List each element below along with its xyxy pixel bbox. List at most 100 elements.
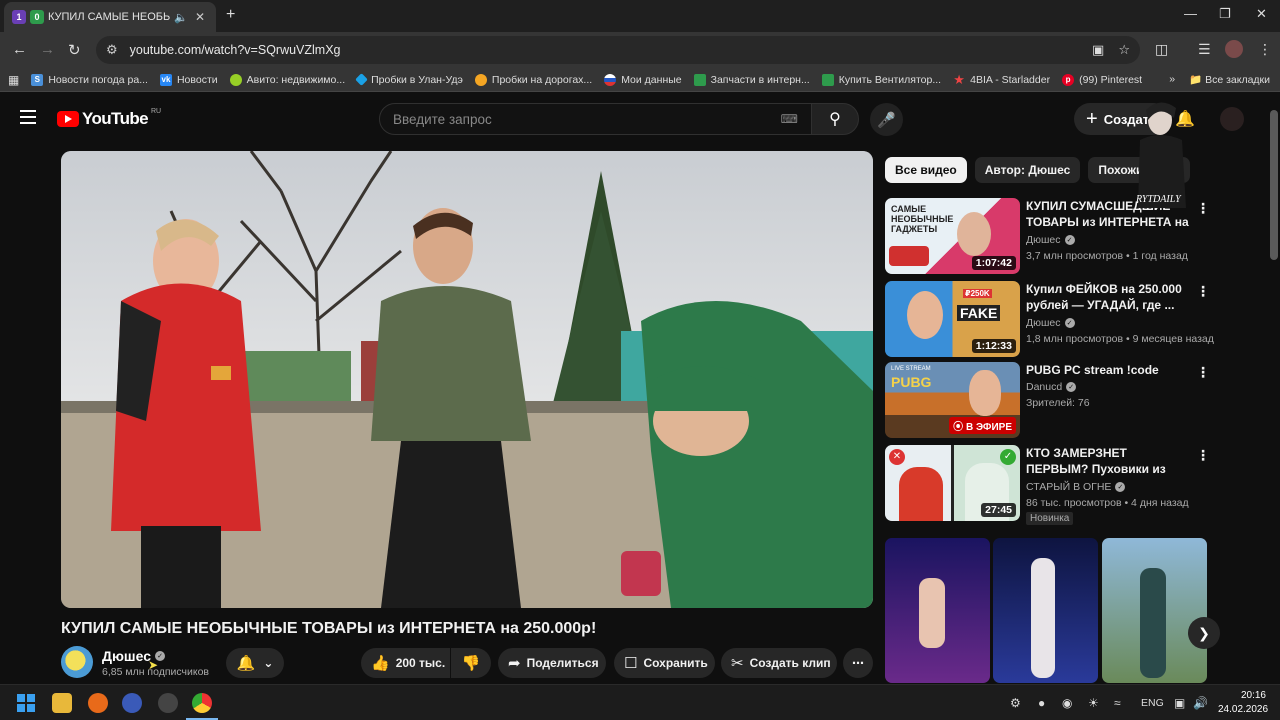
clock-date: 24.02.2026: [1218, 704, 1269, 715]
monitor-icon[interactable]: ▣: [1174, 696, 1185, 710]
channel-avatar[interactable]: [61, 646, 93, 678]
recommendation-channel[interactable]: Дюшес ✓: [1026, 234, 1075, 246]
bookmark-item[interactable]: Мои данные: [604, 73, 682, 86]
chip-all-videos[interactable]: Все видео: [885, 157, 967, 183]
bookmark-item[interactable]: vk Новости: [159, 73, 218, 86]
keyboard-icon[interactable]: ⌨: [781, 112, 798, 126]
bookmark-item[interactable]: Авито: недвижимо...: [229, 73, 345, 86]
shorts-next-button[interactable]: ❯: [1188, 617, 1220, 649]
yandex-browser-icon[interactable]: [88, 693, 108, 713]
media-controls-icon[interactable]: ☰: [1198, 41, 1211, 58]
language-indicator[interactable]: ENG: [1141, 697, 1164, 709]
video-thumbnail[interactable]: LIVE STREAM PUBG ⦿ В ЭФИРЕ: [885, 362, 1020, 438]
shorts-thumbnail[interactable]: [1102, 538, 1207, 683]
recommendation-title[interactable]: КТО ЗАМЕРЗНЕТ ПЕРВЫМ? Пуховики из хлама: [1026, 445, 1191, 477]
like-button[interactable]: 👍 200 тыс.: [361, 648, 450, 678]
close-tab-icon[interactable]: ✕: [192, 10, 208, 24]
chrome-menu-icon[interactable]: ⋮: [1258, 41, 1272, 58]
page-scrollbar[interactable]: [1268, 96, 1280, 684]
forward-icon[interactable]: →: [40, 41, 55, 58]
windows-taskbar: ⚙ ● ◉ ☀ ≈ ENG ▣ 🔊 20:16 24.02.2026: [0, 684, 1280, 720]
recommendation-title[interactable]: Купил ФЕЙКОВ на 250.000 рублей — УГАДАЙ,…: [1026, 281, 1191, 313]
video-thumbnail[interactable]: ₽250K FAKE 1:12:33: [885, 281, 1020, 357]
save-button[interactable]: ☐ Сохранить: [614, 648, 715, 678]
file-explorer-icon[interactable]: [52, 693, 72, 713]
bookmark-item[interactable]: Пробки на дорогах...: [474, 73, 592, 86]
app-icon[interactable]: [122, 693, 142, 713]
bookmark-item[interactable]: Пробки в Улан-Удэ: [355, 73, 463, 86]
bookmark-item[interactable]: S Новости погода ра...: [31, 73, 148, 86]
live-icon: ⦿: [953, 422, 964, 433]
back-icon[interactable]: ←: [12, 41, 27, 58]
stream-overlay-figure: RYTDAILY: [1130, 98, 1200, 223]
more-dots-icon: ⋯: [852, 656, 864, 670]
extensions-icon[interactable]: ◫: [1155, 41, 1168, 58]
search-input[interactable]: [393, 111, 781, 127]
video-thumbnail[interactable]: САМЫЕ НЕОБЫЧНЫЕ ГАДЖЕТЫ 1:07:42: [885, 198, 1020, 274]
more-vert-icon[interactable]: ⋮: [1196, 283, 1210, 300]
more-actions-button[interactable]: ⋯: [843, 648, 873, 678]
profile-avatar[interactable]: [1225, 40, 1243, 58]
tray-app-icon[interactable]: ☀: [1088, 696, 1099, 710]
recommendation-channel[interactable]: Дюшес ✓: [1026, 317, 1075, 329]
discord-tray-icon[interactable]: ●: [1038, 696, 1045, 710]
video-player[interactable]: [61, 151, 873, 608]
account-avatar[interactable]: [1220, 107, 1244, 131]
more-vert-icon[interactable]: ⋮: [1196, 364, 1210, 381]
site-info-icon[interactable]: ⚙: [106, 42, 118, 58]
youtube-logo[interactable]: YouTube RU: [57, 108, 161, 129]
subscription-bell-button[interactable]: 🔔 ⌄: [226, 648, 284, 678]
chrome-icon[interactable]: [192, 693, 212, 713]
all-bookmarks-button[interactable]: 📁 Все закладки: [1189, 73, 1270, 86]
speaker-icon[interactable]: 🔈: [174, 11, 188, 24]
bookmark-item[interactable]: p (99) Pinterest: [1062, 73, 1142, 86]
star-icon: ★: [953, 71, 965, 87]
bookmark-item[interactable]: Купить Вентилятор...: [821, 73, 941, 86]
browser-tab-active[interactable]: 1 0 КУПИЛ САМЫЕ НЕОБЫЧ 🔈 ✕: [4, 2, 216, 32]
minimize-icon[interactable]: —: [1184, 6, 1197, 21]
recommendation-meta: 1,8 млн просмотров • 9 месяцев назад: [1026, 333, 1214, 345]
video-frame: [61, 151, 873, 608]
url-text[interactable]: youtube.com/watch?v=SQrwuVZlmXg: [130, 43, 1078, 57]
recommendation-channel[interactable]: СТАРЫЙ В ОГНЕ ✓: [1026, 481, 1126, 493]
tray-app-icon[interactable]: ◉: [1062, 696, 1072, 710]
steam-tray-icon[interactable]: ⚙: [1010, 696, 1021, 710]
shorts-thumbnail[interactable]: [885, 538, 990, 683]
recommendation-item[interactable]: ✕ ✓ 27:45 КТО ЗАМЕРЗНЕТ ПЕРВЫМ? Пуховики…: [885, 445, 1210, 525]
scrollbar-thumb[interactable]: [1270, 110, 1278, 260]
dislike-button[interactable]: 👎: [451, 648, 491, 678]
recommendation-channel[interactable]: Danucd ✓: [1026, 381, 1077, 393]
windows-start-icon[interactable]: [16, 693, 36, 713]
verified-icon: ✓: [1066, 382, 1077, 392]
apps-icon[interactable]: ▦: [8, 73, 19, 87]
system-clock[interactable]: 20:16 24.02.2026: [1218, 689, 1269, 717]
new-badge: Новинка: [1026, 512, 1074, 525]
recommendation-title[interactable]: PUBG PC stream !code: [1026, 362, 1191, 378]
recommendation-item[interactable]: ₽250K FAKE 1:12:33 Купил ФЕЙКОВ на 250.0…: [885, 281, 1214, 357]
more-bookmarks-button[interactable]: »: [1169, 73, 1175, 86]
duration-badge: 1:07:42: [971, 256, 1016, 270]
shorts-thumbnail[interactable]: [993, 538, 1098, 683]
address-bar[interactable]: ⚙ youtube.com/watch?v=SQrwuVZlmXg ▣ ☆: [96, 36, 1140, 64]
reload-icon[interactable]: ↻: [68, 41, 81, 59]
maximize-icon[interactable]: ❐: [1219, 6, 1231, 22]
bookmark-star-icon[interactable]: ☆: [1118, 42, 1130, 58]
search-button[interactable]: ⚲: [811, 103, 859, 135]
voice-search-button[interactable]: 🎤: [870, 103, 903, 136]
share-button[interactable]: ➦ Поделиться: [498, 648, 606, 678]
install-app-icon[interactable]: ▣: [1092, 42, 1104, 58]
more-vert-icon[interactable]: ⋮: [1196, 447, 1210, 464]
recommendation-item[interactable]: LIVE STREAM PUBG ⦿ В ЭФИРЕ PUBG PC strea…: [885, 362, 1210, 438]
new-tab-button[interactable]: +: [226, 6, 235, 24]
video-thumbnail[interactable]: ✕ ✓ 27:45: [885, 445, 1020, 521]
volume-icon[interactable]: 🔊: [1193, 696, 1208, 710]
network-tray-icon[interactable]: ≈: [1114, 696, 1121, 710]
window-close-icon[interactable]: ✕: [1256, 6, 1267, 22]
sheet-icon: [821, 73, 834, 86]
clip-button[interactable]: ✂ Создать клип: [721, 648, 837, 678]
chip-author[interactable]: Автор: Дюшес: [974, 157, 1081, 183]
hamburger-menu-icon[interactable]: [20, 110, 36, 124]
bookmark-item[interactable]: ★ 4BIA - Starladder: [953, 71, 1050, 87]
steam-icon[interactable]: [158, 693, 178, 713]
bookmark-item[interactable]: Запчасти в интерн...: [693, 73, 810, 86]
